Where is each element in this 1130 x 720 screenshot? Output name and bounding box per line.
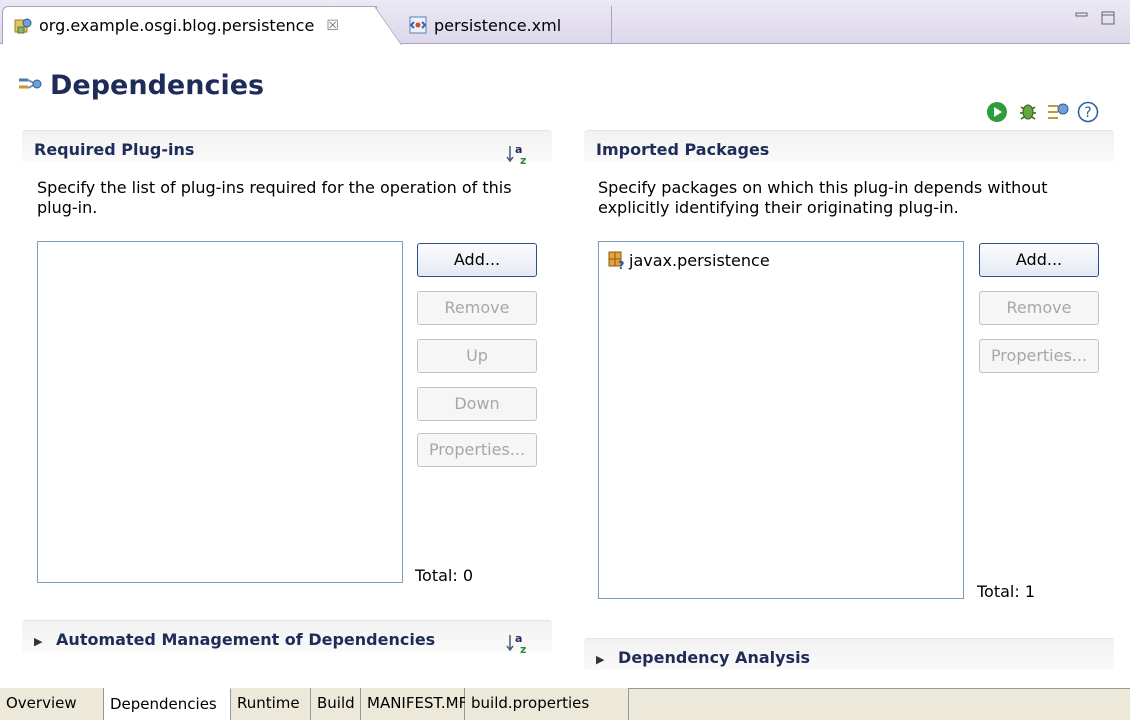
- svg-text:z: z: [520, 154, 526, 166]
- tab-build-properties[interactable]: build.properties: [465, 688, 629, 720]
- required-remove-button[interactable]: Remove: [417, 291, 537, 325]
- automated-management-section[interactable]: ▶ Automated Management of Dependencies: [22, 620, 552, 652]
- imported-packages-description: Specify packages on which this plug-in d…: [598, 178, 1048, 217]
- dependency-analysis-section[interactable]: ▶ Dependency Analysis: [584, 638, 1114, 670]
- debug-icon[interactable]: [1015, 98, 1041, 124]
- tab-runtime[interactable]: Runtime: [231, 688, 311, 720]
- required-plugins-list[interactable]: [37, 241, 403, 583]
- tab-overview[interactable]: Overview: [0, 688, 104, 720]
- required-properties-button[interactable]: Properties...: [417, 433, 537, 467]
- package-name: javax.persistence: [629, 250, 770, 270]
- imported-remove-button[interactable]: Remove: [979, 291, 1099, 325]
- dependencies-icon: [16, 72, 44, 100]
- xml-file-icon: [408, 15, 428, 35]
- required-up-button[interactable]: Up: [417, 339, 537, 373]
- required-plugins-section-header: Required Plug-ins: [22, 130, 552, 162]
- sort-alphabetical-icon[interactable]: az: [506, 142, 530, 167]
- expand-arrow-icon[interactable]: ▶: [34, 635, 42, 648]
- required-total-label: Total: 0: [415, 566, 474, 585]
- section-title: Required Plug-ins: [34, 140, 195, 159]
- run-icon[interactable]: [985, 100, 1009, 124]
- close-icon[interactable]: ☒: [326, 18, 339, 34]
- imported-packages-section-header: Imported Packages: [584, 130, 1114, 162]
- tab-dependencies[interactable]: Dependencies: [104, 688, 231, 720]
- imported-packages-list[interactable]: ? javax.persistence: [598, 241, 964, 599]
- maximize-icon[interactable]: [1100, 10, 1116, 30]
- imported-total-label: Total: 1: [977, 582, 1036, 601]
- list-item[interactable]: ? javax.persistence: [607, 250, 770, 272]
- required-add-button[interactable]: Add...: [417, 243, 537, 277]
- section-title: Automated Management of Dependencies: [56, 630, 436, 649]
- expand-arrow-icon[interactable]: ▶: [596, 653, 604, 666]
- required-plugins-description: Specify the list of plug-ins required fo…: [37, 178, 512, 217]
- help-icon[interactable]: ?: [1076, 100, 1100, 124]
- required-down-button[interactable]: Down: [417, 387, 537, 421]
- svg-text:?: ?: [1084, 105, 1091, 121]
- section-title: Imported Packages: [596, 140, 770, 159]
- editor-tab-manifest[interactable]: org.example.osgi.blog.persistence ☒: [2, 6, 377, 44]
- imported-add-button[interactable]: Add...: [979, 243, 1099, 277]
- section-title: Dependency Analysis: [618, 648, 811, 667]
- page-title: Dependencies: [50, 70, 265, 101]
- plugin-manifest-icon: [13, 16, 33, 36]
- sort-alphabetical-icon[interactable]: az: [506, 631, 530, 656]
- package-import-icon: ?: [607, 250, 627, 272]
- imported-properties-button[interactable]: Properties...: [979, 339, 1099, 373]
- editor-tab-persistence-xml[interactable]: persistence.xml: [398, 6, 612, 44]
- editor-tab-label: persistence.xml: [434, 15, 562, 35]
- svg-text:z: z: [520, 643, 526, 655]
- editor-tab-bar: org.example.osgi.blog.persistence ☒ pers…: [0, 0, 1130, 44]
- tab-build[interactable]: Build: [311, 688, 361, 720]
- tab-manifest-mf[interactable]: MANIFEST.MF: [361, 688, 467, 720]
- editor-tab-label: org.example.osgi.blog.persistence: [39, 16, 315, 35]
- minimize-icon[interactable]: [1074, 10, 1090, 30]
- svg-text:?: ?: [618, 259, 624, 270]
- dependency-graph-icon[interactable]: [1045, 98, 1071, 124]
- window-controls: [1074, 10, 1116, 30]
